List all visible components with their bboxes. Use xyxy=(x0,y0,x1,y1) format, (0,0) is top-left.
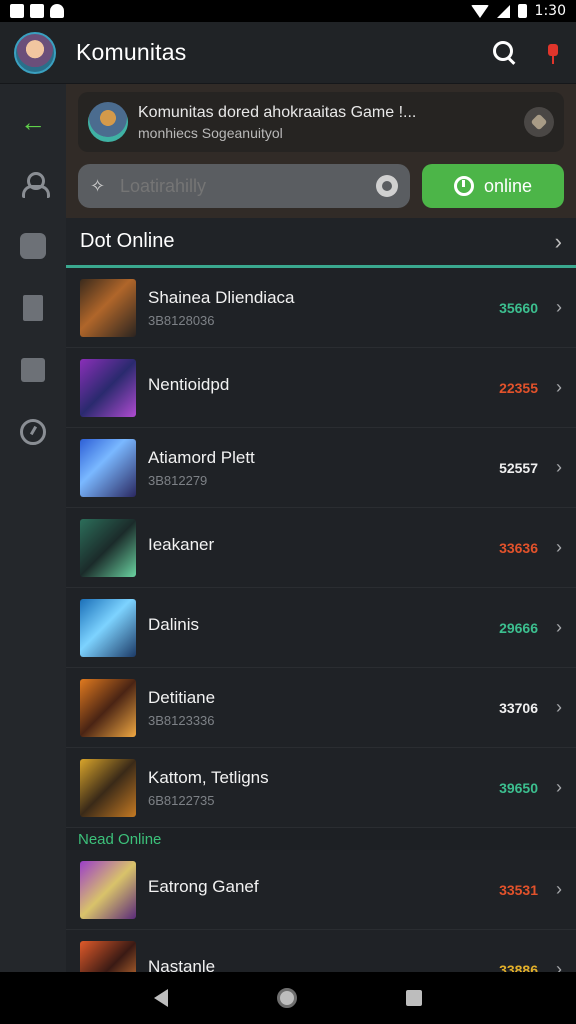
game-thumbnail xyxy=(80,598,136,657)
chevron-right-icon: › xyxy=(556,697,562,717)
pin-icon[interactable] xyxy=(544,42,562,64)
status-bar: 1:30 xyxy=(0,0,576,22)
game-id: 3B8128036 xyxy=(148,312,215,328)
online-button[interactable]: online xyxy=(422,164,564,208)
game-score: 29666 xyxy=(499,619,538,636)
signal-icon xyxy=(496,4,510,18)
game-score: 35660 xyxy=(499,299,538,316)
game-score: 52557 xyxy=(499,459,538,476)
game-name: Ieakaner xyxy=(148,535,215,554)
sub-section-title: Nead Online xyxy=(66,828,576,850)
chevron-right-icon: › xyxy=(556,537,562,557)
chevron-right-icon: › xyxy=(554,228,562,254)
battery-icon xyxy=(517,4,527,18)
wifi-icon xyxy=(470,4,489,18)
game-name: Nentioidpd xyxy=(148,375,230,394)
game-thumbnail xyxy=(80,758,136,817)
bag-icon xyxy=(21,358,45,382)
online-button-label: online xyxy=(483,175,533,196)
chevron-right-icon: › xyxy=(556,777,562,797)
filter-icon: ✧ xyxy=(90,175,106,196)
game-row[interactable]: Nentioidpd 22355 › xyxy=(66,348,576,428)
filter-input[interactable] xyxy=(120,175,376,197)
game-id: 6B8122735 xyxy=(148,792,215,808)
close-icon xyxy=(530,113,548,131)
notification-thumbnail xyxy=(88,102,128,142)
game-row[interactable]: Atiamord Plett 3B812279 52557 › xyxy=(66,428,576,508)
game-row[interactable]: Ieakaner 33636 › xyxy=(66,508,576,588)
game-row[interactable]: Shainea Dliendiaca 3B8128036 35660 › xyxy=(66,268,576,348)
nav-home-icon[interactable] xyxy=(276,988,297,1008)
header-area: Komunitas dored ahokraaitas Game !... mo… xyxy=(66,84,576,218)
notification-title: Komunitas dored ahokraaitas Game !... xyxy=(138,103,417,121)
notification-icon xyxy=(10,4,24,18)
chevron-right-icon: › xyxy=(556,297,562,317)
avatar[interactable] xyxy=(14,31,56,74)
game-list-online: Shainea Dliendiaca 3B8128036 35660 › Nentioi… xyxy=(66,268,576,828)
game-thumbnail xyxy=(80,518,136,577)
power-icon xyxy=(453,176,474,196)
game-name: Eatrong Ganef xyxy=(148,877,259,896)
game-thumbnail xyxy=(80,678,136,737)
status-time: 1:30 xyxy=(534,3,566,19)
game-id: 3B812279 xyxy=(148,472,208,488)
game-name: Atiamord Plett xyxy=(148,447,255,467)
game-score: 33886 xyxy=(499,961,538,973)
game-name: Shainea Dliendiaca xyxy=(148,287,295,307)
game-thumbnail xyxy=(80,438,136,497)
sidebar-item-history[interactable] xyxy=(19,418,47,446)
section-title: Dot Online xyxy=(80,230,175,252)
game-thumbnail xyxy=(80,278,136,337)
sidebar-item-documents[interactable] xyxy=(19,294,47,322)
chevron-right-icon: › xyxy=(556,617,562,637)
gamepad-icon xyxy=(20,233,46,259)
notification-icon xyxy=(30,4,44,18)
android-icon xyxy=(50,4,64,18)
game-name: Nastanle xyxy=(148,957,216,972)
notification-subtitle: monhiecs Sogeanuityol xyxy=(138,124,283,141)
search-icon[interactable] xyxy=(492,40,518,66)
clear-icon[interactable] xyxy=(376,175,398,197)
game-id: 3B8123336 xyxy=(148,712,215,728)
chevron-right-icon: › xyxy=(556,377,562,397)
document-icon xyxy=(23,295,43,321)
game-thumbnail xyxy=(80,940,136,972)
game-score: 33706 xyxy=(499,699,538,716)
clock-icon xyxy=(20,419,46,445)
notification-card[interactable]: Komunitas dored ahokraaitas Game !... mo… xyxy=(78,92,564,152)
game-row[interactable]: Detitiane 3B8123336 33706 › xyxy=(66,668,576,748)
person-icon xyxy=(20,172,50,198)
app-bar: Komunitas xyxy=(0,22,576,84)
game-thumbnail xyxy=(80,860,136,919)
chevron-right-icon: › xyxy=(556,959,562,972)
filter-field[interactable]: ✧ xyxy=(78,164,410,208)
sidebar: ← xyxy=(0,84,66,972)
section-header[interactable]: Dot Online › xyxy=(66,218,576,268)
sidebar-item-games[interactable] xyxy=(19,232,47,260)
main-content: Komunitas dored ahokraaitas Game !... mo… xyxy=(66,84,576,972)
game-score: 33636 xyxy=(499,539,538,556)
nav-back-icon[interactable] xyxy=(154,989,169,1007)
game-thumbnail xyxy=(80,358,136,417)
game-name: Kattom, Tetligns xyxy=(148,767,269,787)
nav-recents-icon[interactable] xyxy=(405,990,422,1006)
chevron-right-icon: › xyxy=(556,879,562,899)
game-row[interactable]: Nastanle 33886 › xyxy=(66,930,576,972)
game-score: 22355 xyxy=(499,379,538,396)
back-arrow-icon[interactable]: ← xyxy=(19,108,47,136)
game-row[interactable]: Dalinis 29666 › xyxy=(66,588,576,668)
chevron-right-icon: › xyxy=(556,457,562,477)
game-list-other: Eatrong Ganef 33531 › Nastanle 33886 › xyxy=(66,850,576,972)
system-nav-bar xyxy=(0,972,576,1024)
game-name: Detitiane xyxy=(148,687,216,707)
game-row[interactable]: Eatrong Ganef 33531 › xyxy=(66,850,576,930)
game-score: 33531 xyxy=(499,881,538,898)
game-name: Dalinis xyxy=(148,615,200,634)
page-title: Komunitas xyxy=(76,39,187,65)
dismiss-notification-button[interactable] xyxy=(524,107,554,137)
game-score: 39650 xyxy=(499,779,538,796)
sidebar-item-profile[interactable] xyxy=(19,170,50,198)
sidebar-item-store[interactable] xyxy=(19,356,47,384)
game-row[interactable]: Kattom, Tetligns 6B8122735 39650 › xyxy=(66,748,576,828)
